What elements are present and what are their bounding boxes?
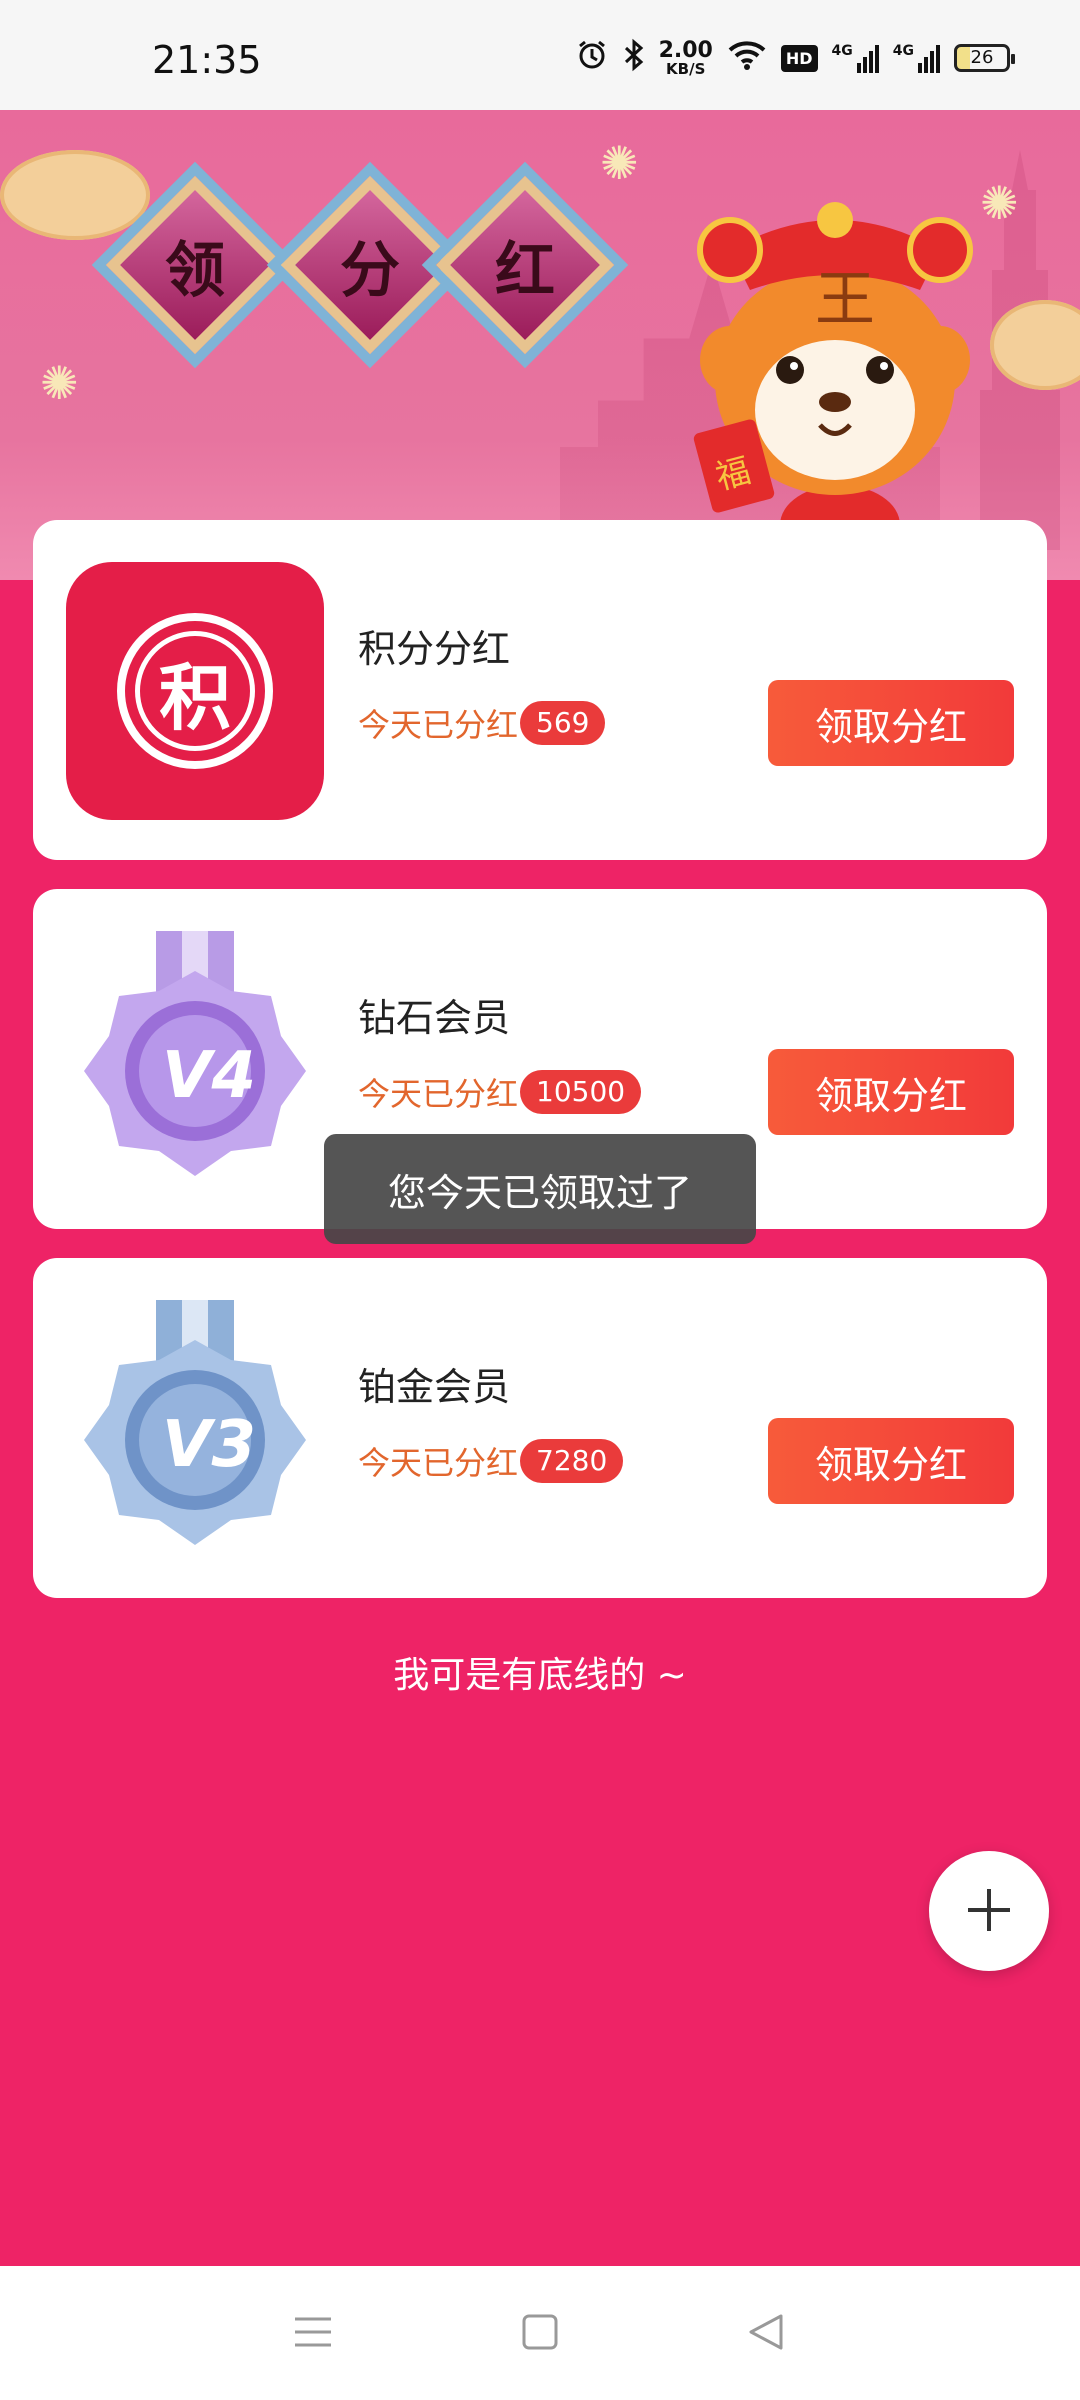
stat-badge: 569 [520,701,606,745]
firework-icon-3: ✺ [980,176,1019,230]
home-button[interactable] [500,2293,580,2373]
status-bar: 21:35 2.00 KB/S HD 4G 4G 26 [0,0,1080,110]
plus-icon [964,1885,1014,1938]
menu-icon [293,2312,333,2355]
toast-message: 您今天已领取过了 [324,1134,756,1244]
signal-icon: 4G [832,43,879,73]
bonus-card-points: 积 积分分红 今天已分红 569 领取分红 [33,520,1047,860]
alarm-icon [575,38,609,79]
banner-diamond-2: 分 [280,175,460,355]
claim-bonus-button[interactable]: 领取分红 [768,1049,1014,1135]
medal-text: V4 [162,1039,256,1113]
end-of-list-note: 我可是有底线的 ~ [393,1655,687,1696]
stat-badge: 7280 [520,1439,624,1483]
stat-label: 今天已分红 [358,1444,519,1482]
menu-button[interactable] [273,2293,353,2373]
bonus-card-platinum: V3 铂金会员 今天已分红 7280 领取分红 [33,1258,1047,1598]
card-title: 积分分红 [358,627,511,671]
claim-bonus-button[interactable]: 领取分红 [768,680,1014,766]
card-stat: 今天已分红 10500 [358,1069,642,1115]
medal-text: V3 [162,1408,256,1482]
banner-diamond-3: 红 [435,175,615,355]
back-button[interactable] [727,2293,807,2373]
card-title: 铂金会员 [358,1365,511,1409]
hd-badge: HD [780,44,818,72]
wifi-icon [727,39,767,78]
status-time: 21:35 [152,38,262,82]
status-icons: 2.00 KB/S HD 4G 4G 26 [575,37,1015,79]
signal-icon-2: 4G [893,43,940,73]
mascot-hat-char: 王 [815,265,875,335]
network-speed: 2.00 KB/S [658,37,713,78]
add-button[interactable] [929,1851,1049,1971]
back-icon [747,2312,787,2355]
card-stat: 今天已分红 7280 [358,1438,624,1484]
banner-diamond-1: 领 [105,175,285,355]
card-title: 钻石会员 [358,996,511,1040]
claim-bonus-button[interactable]: 领取分红 [768,1418,1014,1504]
battery-icon: 26 [954,44,1015,72]
card-stat: 今天已分红 569 [358,700,606,746]
bluetooth-icon [623,38,645,79]
stat-badge: 10500 [520,1070,642,1114]
firework-icon-2: ✺ [40,356,79,410]
home-icon [520,2312,560,2355]
points-icon: 积 [66,562,324,820]
banner: ✺ ✺ ✺ 领 分 红 王 福 [0,110,1080,580]
stat-label: 今天已分红 [358,706,519,744]
medal-v4-icon: V4 [66,931,324,1189]
stat-label: 今天已分红 [358,1075,519,1113]
system-nav-bar [0,2266,1080,2400]
medal-v3-icon: V3 [66,1300,324,1558]
